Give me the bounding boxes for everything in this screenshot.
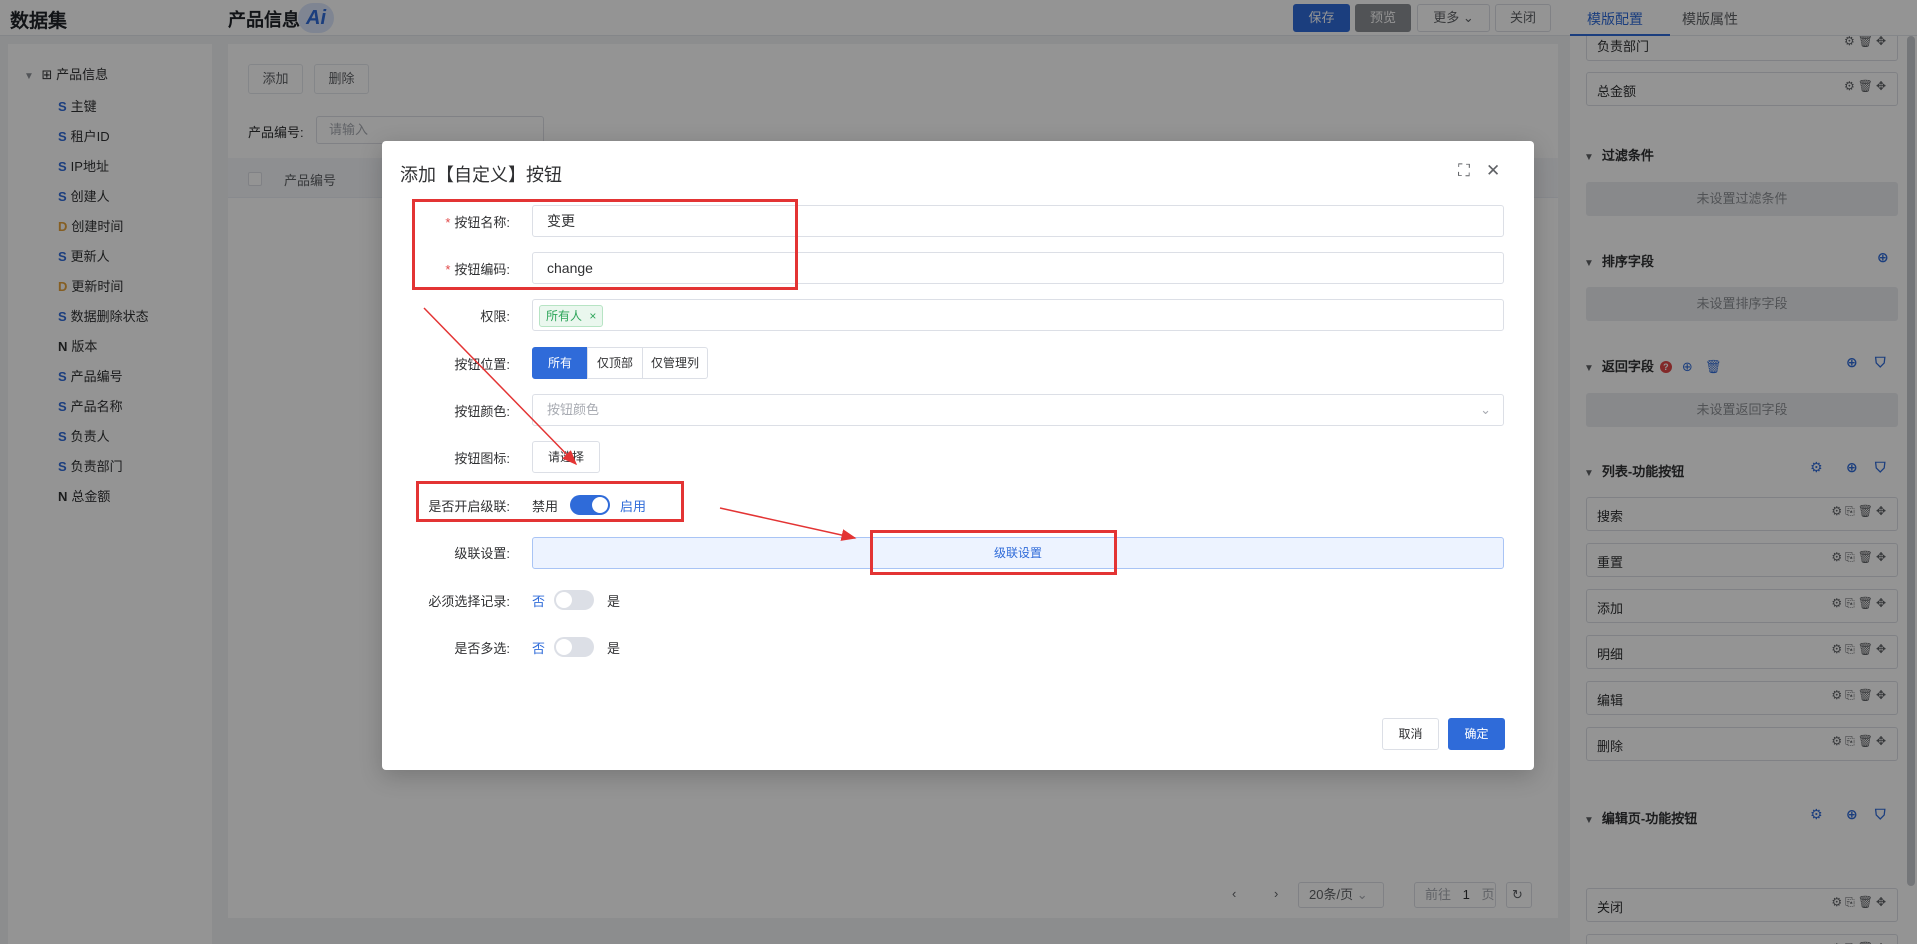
button-position-label: 按钮位置: <box>454 357 510 372</box>
button-icon-label: 按钮图标: <box>454 451 510 466</box>
button-color-select[interactable]: 按钮颜色 ⌄ <box>532 394 1504 426</box>
annotation-box-name-code <box>412 199 798 290</box>
confirm-button[interactable]: 确定 <box>1448 718 1505 750</box>
chevron-down-icon: ⌄ <box>1480 402 1491 417</box>
permission-select[interactable]: 所有人 × <box>532 299 1504 331</box>
must-select-switch[interactable] <box>554 590 594 610</box>
permission-tag: 所有人 × <box>539 305 604 327</box>
cancel-button[interactable]: 取消 <box>1382 718 1439 750</box>
permission-label: 权限: <box>480 309 510 324</box>
dialog-title: 添加【自定义】按钮 <box>400 165 562 185</box>
multi-select-label: 是否多选: <box>454 641 510 656</box>
button-color-placeholder: 按钮颜色 <box>547 402 600 417</box>
multi-select-off-label: 否 <box>532 641 546 656</box>
multi-select-switch[interactable] <box>554 637 594 657</box>
close-icon[interactable]: ✕ <box>1486 161 1500 181</box>
permission-tag-label: 所有人 <box>546 309 583 323</box>
position-option-all[interactable]: 所有 <box>532 347 588 379</box>
switch-knob <box>556 639 572 655</box>
tag-close-icon[interactable]: × <box>589 309 596 323</box>
button-color-label: 按钮颜色: <box>454 404 510 419</box>
select-icon-button[interactable]: 请选择 <box>532 441 600 473</box>
annotation-box-cascade-settings <box>870 530 1117 575</box>
annotation-box-cascade-switch <box>416 481 684 522</box>
position-option-manage-col[interactable]: 仅管理列 <box>642 347 708 379</box>
must-select-off-label: 否 <box>532 594 546 609</box>
cascade-settings-label: 级联设置: <box>454 546 510 561</box>
must-select-on-label: 是 <box>607 594 621 609</box>
multi-select-on-label: 是 <box>607 641 621 656</box>
position-option-top[interactable]: 仅顶部 <box>587 347 643 379</box>
must-select-label: 必须选择记录: <box>428 594 510 609</box>
switch-knob <box>556 592 572 608</box>
fullscreen-icon[interactable]: ⛶ <box>1458 161 1470 181</box>
